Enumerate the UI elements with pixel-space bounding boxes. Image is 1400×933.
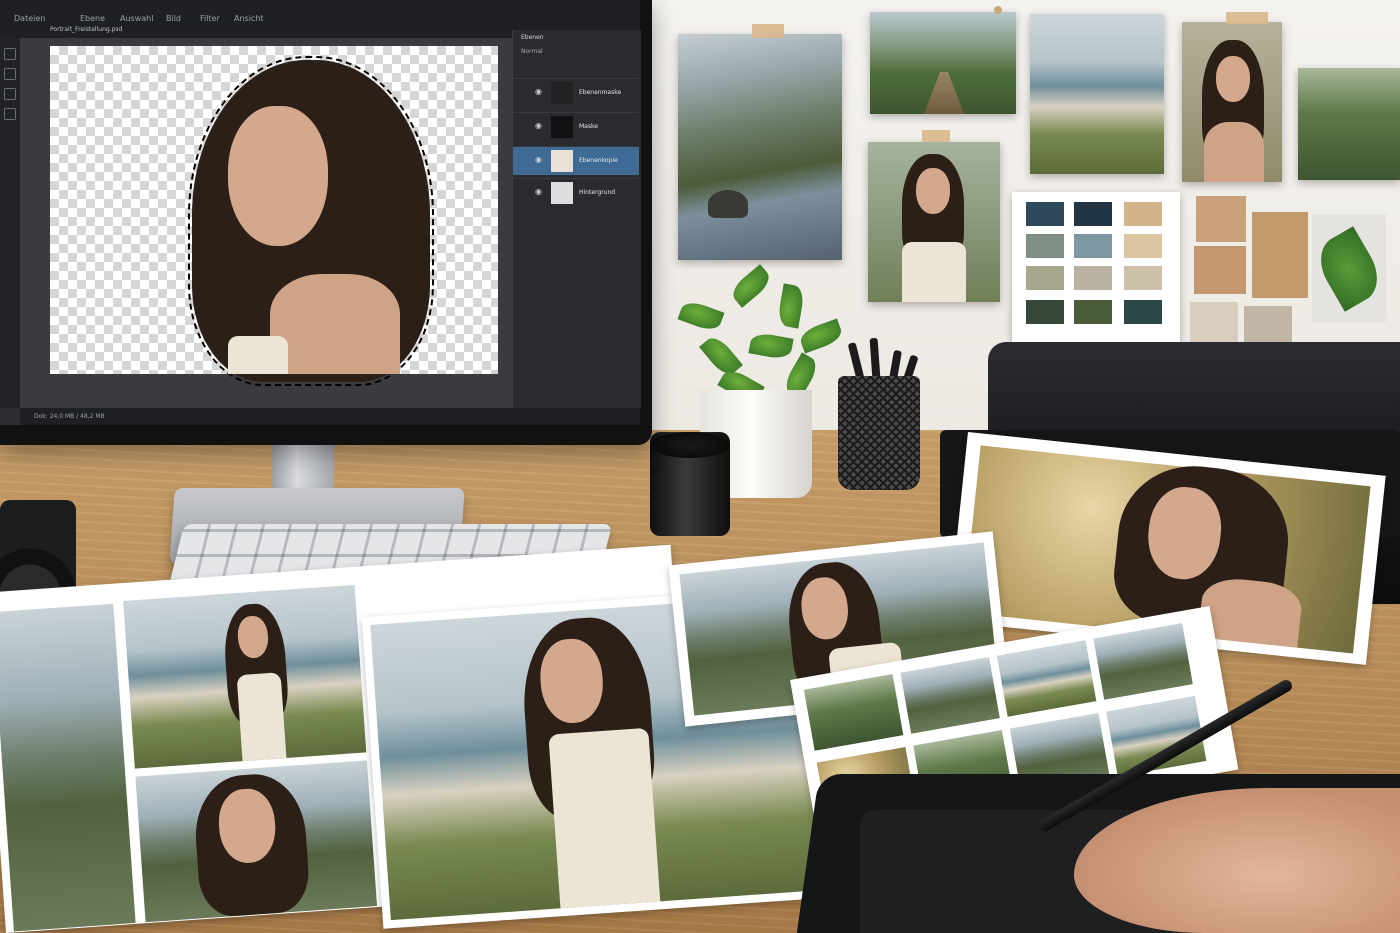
- layer-name: Ebenenmaske: [579, 89, 622, 96]
- camera-lens: [650, 432, 730, 536]
- palette-swatch: [1124, 234, 1162, 258]
- document-tab[interactable]: Portrait_Freistellung.psd: [50, 26, 490, 38]
- blend-mode-select[interactable]: Normal: [521, 48, 543, 55]
- moodboard-photo-portrait-1: [1182, 22, 1282, 182]
- layer-row[interactable]: ◉ Hintergrund: [513, 178, 639, 207]
- leaf-icon: [1309, 226, 1389, 312]
- menu-item[interactable]: Dateien: [14, 14, 45, 23]
- menu-item[interactable]: Ebene: [80, 14, 105, 23]
- layers-panel: Ebenen Normal ◉ Ebenenmaske ◉ Maske ◉ Eb…: [512, 30, 641, 408]
- palette-swatch: [1124, 300, 1162, 324]
- layer-name: Ebenenkopie: [579, 157, 618, 164]
- palette-swatch: [1074, 202, 1112, 226]
- palette-swatch: [1074, 300, 1112, 324]
- moodboard-photo-sea: [1030, 14, 1164, 174]
- status-bar: Dok: 24,0 MB / 48,2 MB: [20, 408, 640, 425]
- layer-name: Maske: [579, 123, 598, 130]
- fabric-swatch: [1194, 246, 1246, 294]
- fabric-swatch: [1252, 212, 1308, 298]
- layer-name: Hintergrund: [579, 189, 616, 196]
- palette-swatch: [1026, 234, 1064, 258]
- layer-row[interactable]: ◉ Ebenenmaske: [513, 78, 639, 107]
- menu-item[interactable]: Filter: [200, 14, 220, 23]
- palette-swatch: [1026, 202, 1064, 226]
- crop-icon[interactable]: [4, 108, 16, 120]
- cutout-dress: [228, 336, 288, 374]
- cutout-face: [228, 106, 328, 246]
- palette-swatch: [1026, 300, 1064, 324]
- leaf-card: [1309, 214, 1389, 322]
- move-icon[interactable]: [4, 88, 16, 100]
- transparent-canvas[interactable]: [50, 46, 498, 386]
- fabric-swatch: [1196, 196, 1246, 242]
- palette-swatch: [1124, 202, 1162, 226]
- color-palette-card: [1012, 192, 1180, 342]
- moodboard-photo-stream: [1298, 68, 1400, 180]
- eye-icon[interactable]: ◉: [535, 121, 542, 130]
- menu-item[interactable]: Bild: [166, 14, 181, 23]
- tools-toolbar: [0, 38, 20, 408]
- cutout-shoulder: [270, 274, 400, 374]
- brush-icon[interactable]: [4, 68, 16, 80]
- palette-swatch: [1026, 266, 1064, 290]
- fabric-swatch: [1190, 302, 1238, 342]
- panel-title: Ebenen: [521, 34, 544, 41]
- layer-row-selected[interactable]: ◉ Ebenenkopie: [513, 146, 639, 175]
- lasso-icon[interactable]: [4, 48, 16, 60]
- palette-swatch: [1124, 266, 1162, 290]
- menu-item[interactable]: Auswahl: [120, 14, 153, 23]
- menu-item[interactable]: Ansicht: [234, 14, 264, 23]
- palette-swatch: [1074, 266, 1112, 290]
- eye-icon[interactable]: ◉: [535, 187, 542, 196]
- moodboard-photo-portrait-2: [868, 142, 1000, 302]
- palette-swatch: [1074, 234, 1112, 258]
- moodboard-photo-boardwalk: [870, 12, 1016, 114]
- eye-icon[interactable]: ◉: [535, 87, 542, 96]
- eye-icon[interactable]: ◉: [535, 155, 542, 164]
- moodboard-photo-coast: [678, 34, 842, 260]
- layer-row[interactable]: ◉ Maske: [513, 112, 639, 141]
- editor-screen: Dateien Ebene Auswahl Bild Filter Ansich…: [0, 0, 641, 425]
- monitor: Dateien Ebene Auswahl Bild Filter Ansich…: [0, 0, 652, 445]
